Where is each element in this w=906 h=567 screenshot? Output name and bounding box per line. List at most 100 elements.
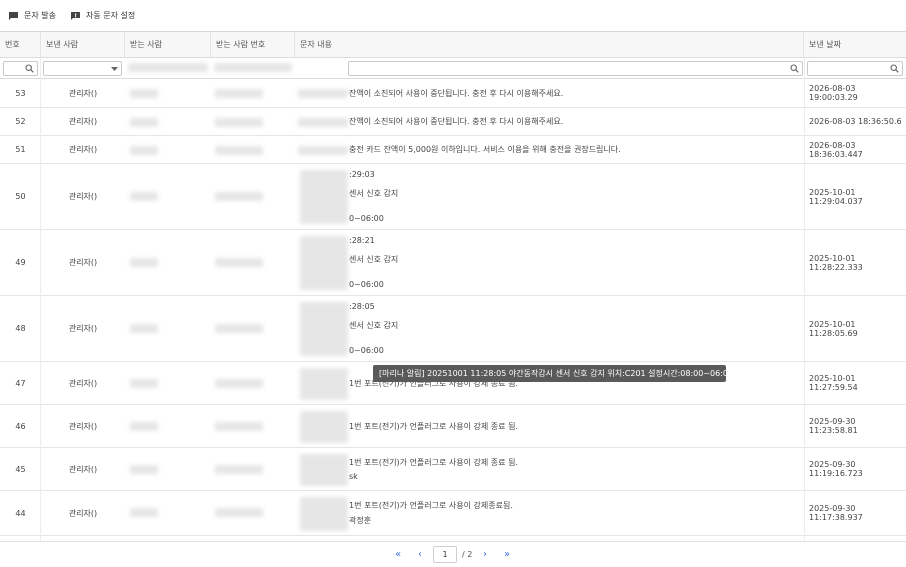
row-date: 2026-08-03 19:00:03.29: [809, 84, 858, 102]
redacted-content: [300, 368, 348, 400]
redacted-content: [300, 170, 348, 224]
redacted-receiver: [130, 192, 158, 201]
send-sms-button[interactable]: 문자 발송: [8, 10, 56, 21]
table-row[interactable]: 45 관리자() 1번 포트(전기)가 언플러그로 사용이 강제 종료 됨. s…: [0, 448, 906, 491]
row-date: 2025-09-30 11:17:38.937: [809, 504, 863, 522]
table-row[interactable]: 50 관리자() :29:03 센서 신호 감지 0~06:00 2025-10…: [0, 164, 906, 230]
row-date: 2025-09-30 11:19:16.723: [809, 460, 863, 478]
row-num: 49: [15, 258, 26, 267]
row-content: :29:03 센서 신호 감지 0~06:00: [349, 164, 804, 229]
column-header-sender[interactable]: 보낸 사람: [41, 32, 125, 58]
row-date: 2025-10-01 11:28:22.333: [809, 253, 863, 272]
redacted-receiver-number: [215, 422, 263, 431]
row-date: 2025-10-01 11:28:05.69: [809, 319, 858, 338]
redacted-content: [300, 302, 348, 356]
page-number-input[interactable]: 1: [433, 546, 457, 563]
table-row[interactable]: 44 관리자() 1번 포트(전기)가 언플러그로 사용이 강제종료됨. 곽정훈…: [0, 491, 906, 536]
row-content: 충전 카드 잔액이 5,000원 이하입니다. 서비스 이용을 위해 충전을 권…: [349, 136, 804, 163]
search-icon: [890, 64, 899, 73]
date-filter-input[interactable]: [807, 61, 903, 76]
row-content-line: 센서 신호 감지: [349, 189, 399, 198]
row-num: 47: [15, 378, 26, 388]
row-sender: 관리자(): [68, 258, 98, 267]
search-icon: [25, 64, 34, 73]
page-total: / 2: [462, 550, 473, 559]
redacted-receiver-number: [215, 379, 263, 388]
redacted-receiver-number: [215, 324, 263, 333]
redacted-receiver-number-filter: [214, 63, 292, 72]
auto-sms-settings-label: 자동 문자 설정: [85, 11, 136, 20]
table-row[interactable]: 46 관리자() 1번 포트(전기)가 언플러그로 사용이 강제 종료 됨. 2…: [0, 405, 906, 448]
row-num: 51: [15, 145, 26, 154]
auto-sms-settings-button[interactable]: 자동 문자 설정: [70, 10, 135, 21]
first-page-button[interactable]: «: [392, 548, 404, 562]
row-content-line: 1번 포트(전기)가 언플러그로 사용이 강제 종료 됨.: [349, 421, 518, 431]
row-content-line: 곽정훈: [349, 516, 372, 525]
redacted-content: [300, 236, 348, 290]
search-icon: [790, 64, 799, 73]
row-sender: 관리자(): [68, 508, 98, 518]
row-content-line: 잔액이 소진되어 사용이 중단됩니다. 충전 후 다시 이용해주세요.: [349, 88, 564, 98]
redacted-receiver: [130, 324, 158, 333]
redacted-receiver: [130, 118, 158, 127]
column-header-date[interactable]: 보낸 날짜: [804, 32, 906, 58]
row-content-line: :28:05: [349, 302, 375, 311]
column-header-content[interactable]: 문자 내용: [295, 32, 804, 58]
caret-down-icon: [111, 67, 118, 71]
redacted-receiver-number: [215, 465, 263, 474]
redacted-receiver-number: [215, 508, 263, 517]
next-page-button[interactable]: ›: [480, 548, 490, 562]
row-num: 44: [15, 508, 26, 518]
redacted-receiver-filter: [128, 63, 208, 72]
redacted-receiver: [130, 465, 158, 474]
row-sender: 관리자(): [68, 464, 98, 474]
row-content-line: 충전 카드 잔액이 5,000원 이하입니다. 서비스 이용을 위해 충전을 권…: [349, 145, 621, 154]
row-sender: 관리자(): [68, 324, 98, 333]
row-content-line: 0~06:00: [349, 214, 384, 223]
table-row[interactable]: 51 관리자() 충전 카드 잔액이 5,000원 이하입니다. 서비스 이용을…: [0, 136, 906, 164]
column-header-num[interactable]: 번호: [0, 32, 41, 58]
message-tooltip: [마리나 알림] 20251001 11:28:05 야간동작감시 센서 신호 …: [373, 365, 733, 382]
num-filter-input[interactable]: [3, 61, 38, 76]
row-content-line: 센서 신호 감지: [349, 321, 399, 330]
redacted-receiver-number: [215, 258, 263, 267]
column-header-receiver-number[interactable]: 받는 사람 번호: [211, 32, 295, 58]
row-content-line: sk: [349, 472, 358, 481]
sender-filter-select[interactable]: [43, 61, 122, 76]
row-content: 1번 포트(전기)가 언플러그로 사용이 강제 종료 됨. sk: [349, 448, 804, 490]
table-row[interactable]: 49 관리자() :28:21 센서 신호 감지 0~06:00 2025-10…: [0, 230, 906, 296]
prev-page-button[interactable]: ‹: [415, 548, 425, 562]
row-num: 53: [15, 88, 26, 98]
last-page-button[interactable]: »: [501, 548, 513, 562]
pagination: « ‹ 1 / 2 › »: [0, 541, 906, 567]
table-row[interactable]: 53 관리자() 잔액이 소진되어 사용이 중단됩니다. 충전 후 다시 이용해…: [0, 79, 906, 108]
redacted-content: [298, 89, 348, 98]
redacted-receiver: [130, 508, 158, 517]
row-content-line: 0~06:00: [349, 280, 384, 289]
table-row[interactable]: 52 관리자() 잔액이 소진되어 사용이 중단됩니다. 충전 후 다시 이용해…: [0, 108, 906, 136]
row-content-line: :29:03: [349, 170, 375, 179]
redacted-receiver: [130, 258, 158, 267]
row-date: 2025-09-30 11:23:58.81: [809, 417, 858, 435]
redacted-receiver-number: [215, 89, 263, 98]
redacted-receiver-number: [215, 192, 263, 201]
row-content: 1번 포트(전기)가 언플러그로 사용이 강제종료됨. 곽정훈: [349, 491, 804, 535]
redacted-receiver: [130, 89, 158, 98]
row-content: 1번 포트(전기)가 언플러그로 사용이 강제 종료 됨.: [349, 405, 804, 447]
redacted-content: [300, 454, 348, 486]
row-sender: 관리자(): [68, 192, 98, 201]
row-content-line: :28:21: [349, 236, 375, 245]
table-row[interactable]: 48 관리자() :28:05 센서 신호 감지 0~06:00 2025-10…: [0, 296, 906, 362]
row-content-line: 0~06:00: [349, 346, 384, 355]
grid-header: 번호 보낸 사람 받는 사람 받는 사람 번호 문자 내용 보낸 날짜: [0, 32, 906, 58]
row-date: 2025-10-01 11:27:59.54: [809, 374, 858, 392]
content-filter-input[interactable]: [348, 61, 803, 76]
redacted-receiver: [130, 146, 158, 155]
toolbar: 문자 발송 자동 문자 설정: [0, 0, 906, 31]
row-content: 잔액이 소진되어 사용이 중단됩니다. 충전 후 다시 이용해주세요.: [349, 79, 804, 107]
row-sender: 관리자(): [68, 378, 98, 388]
row-date: 2026-08-03 18:36:50.6: [809, 117, 902, 126]
column-header-receiver[interactable]: 받는 사람: [125, 32, 211, 58]
row-num: 52: [15, 117, 26, 126]
row-date: 2025-10-01 11:29:04.037: [809, 187, 863, 206]
